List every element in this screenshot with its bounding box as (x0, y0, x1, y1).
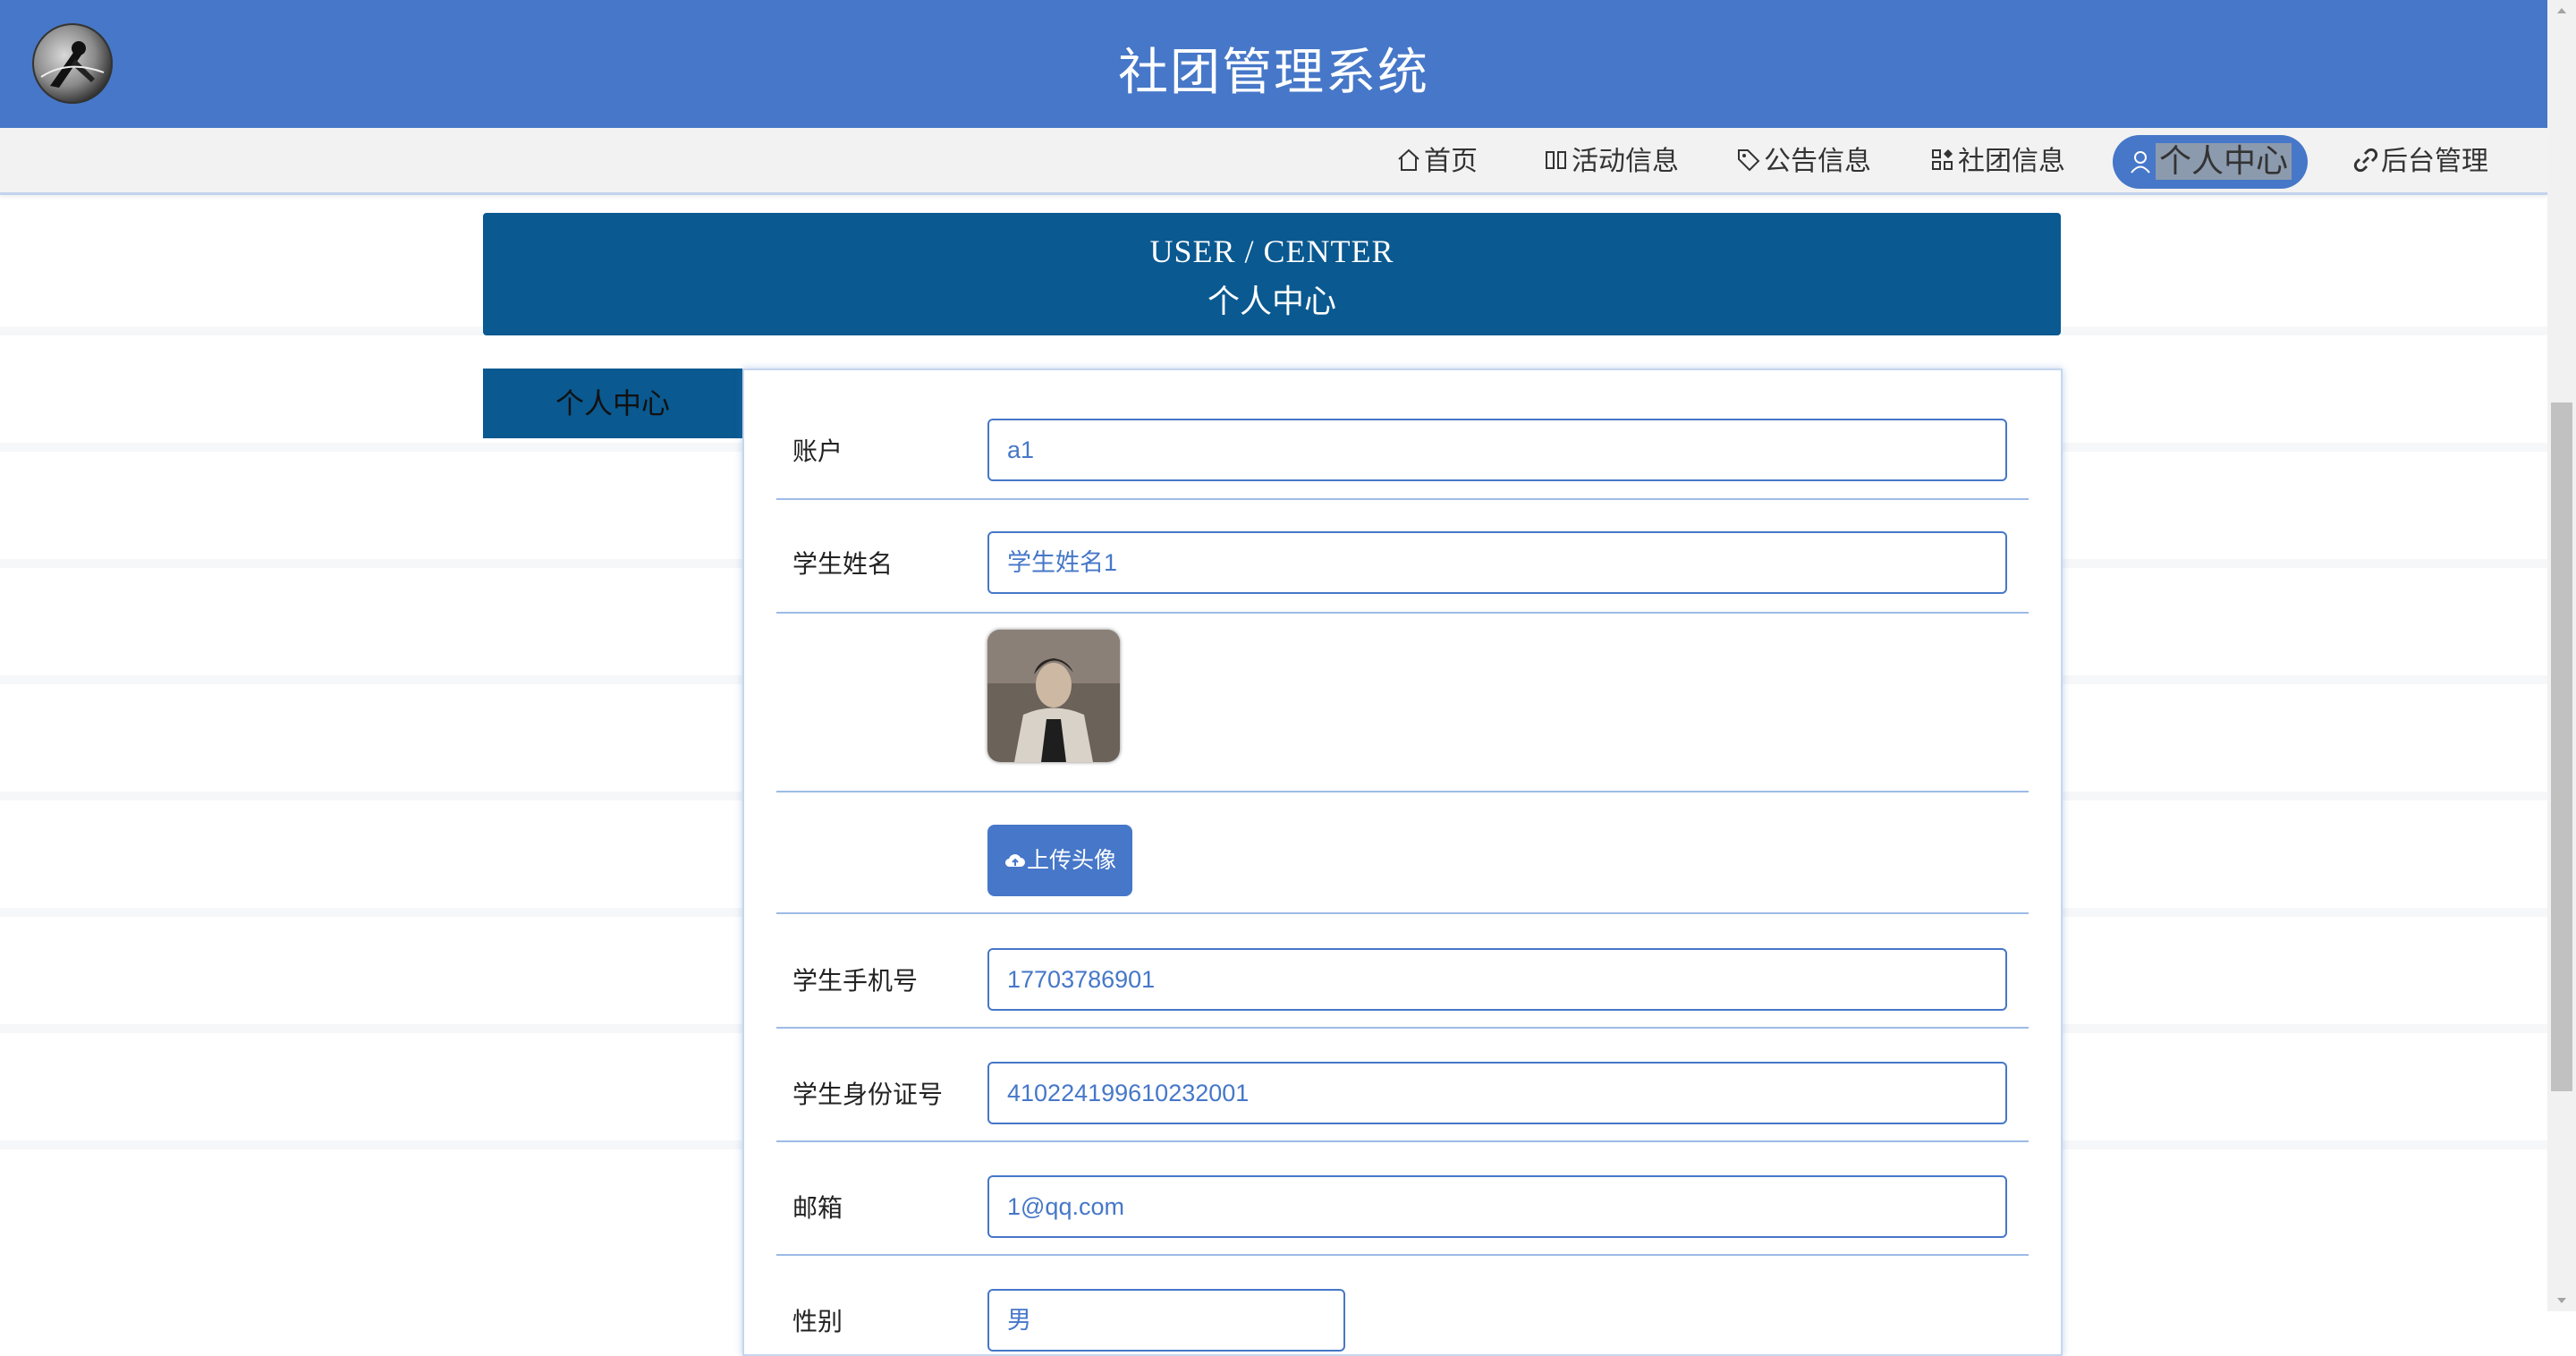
nav-item-label: 首页 (1424, 146, 1478, 177)
upload-avatar-button[interactable]: 上传头像 (987, 825, 1132, 896)
tag-icon (1735, 139, 1762, 172)
grid-icon (1929, 139, 1956, 170)
user-icon (2127, 140, 2154, 174)
nav-item-home[interactable]: 首页 (1395, 135, 1478, 189)
nav-item-label: 个人中心 (2156, 143, 2292, 180)
form-row-account: 账户 a1 (776, 370, 2029, 500)
profile-form: 账户 a1 学生姓名 学生姓名1 上传头像 学生手机号 17703786901 (742, 369, 2063, 1356)
link-icon (2352, 139, 2379, 173)
phone-input[interactable]: 17703786901 (987, 948, 2007, 1011)
scrollbar-thumb[interactable] (2551, 403, 2572, 1091)
main-nav: 首页 活动信息 公告信息 社团信息 个人中心 后台管理 (0, 128, 2547, 195)
email-label: 邮箱 (792, 1193, 843, 1223)
form-row-gender: 性别 男 (776, 1256, 2029, 1354)
nav-item-label: 社团信息 (1958, 146, 2065, 177)
scroll-down-arrow[interactable] (2547, 1290, 2576, 1311)
form-row-upload: 上传头像 (776, 792, 2029, 914)
form-row-student-name: 学生姓名 学生姓名1 (776, 500, 2029, 614)
home-icon (1395, 139, 1422, 171)
student-name-input[interactable]: 学生姓名1 (987, 531, 2007, 594)
account-label: 账户 (792, 436, 843, 466)
nav-item-label: 活动信息 (1572, 146, 1679, 177)
cloud-upload-icon (1004, 829, 1027, 868)
nav-item-admin[interactable]: 后台管理 (2352, 135, 2488, 189)
email-input[interactable]: 1@qq.com (987, 1175, 2007, 1238)
form-row-avatar (776, 614, 2029, 792)
scroll-up-arrow[interactable] (2547, 0, 2576, 21)
account-input[interactable]: a1 (987, 419, 2007, 481)
phone-label: 学生手机号 (792, 966, 919, 996)
id-number-input[interactable]: 410224199610232001 (987, 1062, 2007, 1124)
nav-item-label: 公告信息 (1764, 146, 1871, 177)
banner-title-zh: 个人中心 (1207, 284, 1336, 320)
nav-item-clubs[interactable]: 社团信息 (1929, 135, 2065, 189)
id-number-label: 学生身份证号 (792, 1080, 944, 1109)
columns-icon (1543, 139, 1570, 169)
page-banner: USER / CENTER 个人中心 (483, 213, 2061, 335)
banner-title-en: USER / CENTER (1149, 233, 1394, 269)
form-row-id-number: 学生身份证号 410224199610232001 (776, 1029, 2029, 1142)
avatar (987, 630, 1120, 762)
gender-label: 性别 (792, 1307, 843, 1336)
form-row-phone: 学生手机号 17703786901 (776, 914, 2029, 1029)
site-header: 社团管理系统 (0, 0, 2547, 128)
site-title: 社团管理系统 (1118, 44, 1429, 102)
student-name-label: 学生姓名 (792, 549, 894, 579)
nav-item-label: 后台管理 (2381, 146, 2488, 177)
sidebar-item-user-center[interactable]: 个人中心 (483, 369, 742, 438)
form-row-email: 邮箱 1@qq.com (776, 1142, 2029, 1256)
nav-item-announcements[interactable]: 公告信息 (1735, 135, 1871, 189)
upload-avatar-label: 上传头像 (1026, 847, 1116, 873)
gender-select[interactable]: 男 (987, 1289, 1345, 1352)
nav-item-user-center[interactable]: 个人中心 (2113, 135, 2309, 189)
nav-item-activities[interactable]: 活动信息 (1543, 135, 1679, 189)
page-scrollbar[interactable] (2547, 0, 2576, 1311)
